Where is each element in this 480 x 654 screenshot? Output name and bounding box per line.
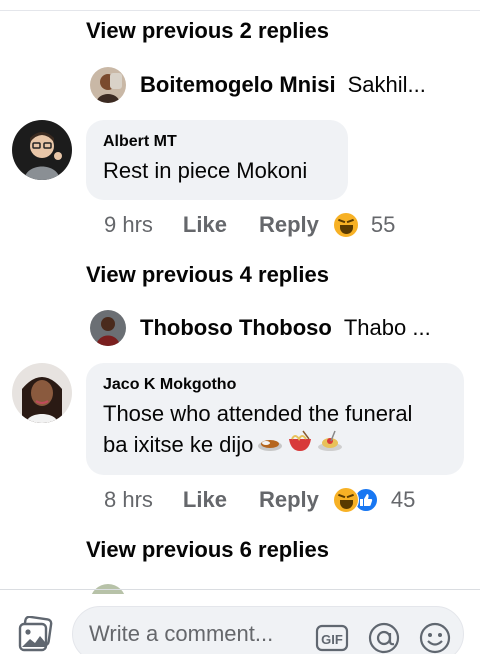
divider bbox=[0, 10, 480, 11]
comment-input[interactable] bbox=[89, 621, 309, 647]
comment-timestamp[interactable]: 9 hrs bbox=[104, 212, 153, 238]
haha-icon bbox=[332, 487, 359, 513]
avatar[interactable] bbox=[90, 67, 126, 103]
comment-bubble: Albert MT Rest in piece Mokoni bbox=[86, 120, 348, 200]
smiley-icon[interactable] bbox=[418, 621, 452, 654]
view-previous-replies-button[interactable]: View previous 2 replies bbox=[86, 18, 329, 44]
at-icon[interactable] bbox=[367, 621, 401, 654]
reactions[interactable]: 45 bbox=[332, 487, 416, 513]
reaction-count: 55 bbox=[370, 212, 396, 237]
composer-divider bbox=[0, 589, 480, 590]
comment-bubble: Jaco K Mokgotho Those who attended the f… bbox=[86, 363, 464, 475]
avatar[interactable] bbox=[12, 363, 72, 423]
comment-author[interactable]: Albert MT bbox=[103, 132, 332, 152]
reply-snippet: Sakhil... bbox=[347, 72, 426, 97]
reply-author-name[interactable]: Boitemogelo Mnisi bbox=[140, 72, 336, 98]
photo-icon[interactable] bbox=[18, 615, 54, 652]
reply-button[interactable]: Reply bbox=[259, 212, 319, 238]
reply-preview[interactable]: Thoboso Thoboso Thabo ... bbox=[90, 310, 431, 346]
curry-emoji-icon bbox=[257, 430, 283, 460]
comment-timestamp[interactable]: 8 hrs bbox=[104, 487, 153, 513]
comment-text: Rest in piece Mokoni bbox=[103, 158, 308, 183]
like-button[interactable]: Like bbox=[183, 212, 227, 238]
comment-actions: 8 hrs Like Reply 45 bbox=[104, 485, 415, 515]
reply-preview[interactable]: Boitemogelo Mnisi Sakhil... bbox=[90, 67, 426, 103]
reaction-count: 45 bbox=[390, 487, 416, 512]
like-button[interactable]: Like bbox=[183, 487, 227, 513]
reply-snippet: Thabo ... bbox=[343, 315, 431, 340]
reactions[interactable]: 55 bbox=[332, 212, 396, 238]
avatar[interactable] bbox=[12, 120, 72, 180]
avatar[interactable] bbox=[90, 310, 126, 346]
view-previous-replies-button[interactable]: View previous 6 replies bbox=[86, 537, 329, 563]
haha-icon bbox=[332, 212, 359, 238]
reply-button[interactable]: Reply bbox=[259, 487, 319, 513]
spaghetti-emoji-icon bbox=[317, 429, 343, 461]
noodle-bowl-emoji-icon bbox=[287, 429, 313, 461]
gif-icon[interactable]: GIF bbox=[315, 621, 349, 654]
comment-author[interactable]: Jaco K Mokgotho bbox=[103, 375, 448, 395]
comment-text-fragment: ba ixitse ke dijo bbox=[103, 432, 254, 457]
gif-label: GIF bbox=[321, 632, 343, 647]
comment-actions: 9 hrs Like Reply 55 bbox=[104, 210, 395, 240]
reply-author-name[interactable]: Thoboso Thoboso bbox=[140, 315, 332, 341]
comment-text-line: Those who attended the funeral bbox=[103, 401, 413, 426]
comment-text-line: ba ixitse ke dijo bbox=[103, 429, 448, 461]
view-previous-replies-button[interactable]: View previous 4 replies bbox=[86, 262, 329, 288]
comment-composer[interactable]: GIF bbox=[72, 606, 464, 654]
comment-text: Those who attended the funeral ba ixitse… bbox=[103, 399, 448, 461]
